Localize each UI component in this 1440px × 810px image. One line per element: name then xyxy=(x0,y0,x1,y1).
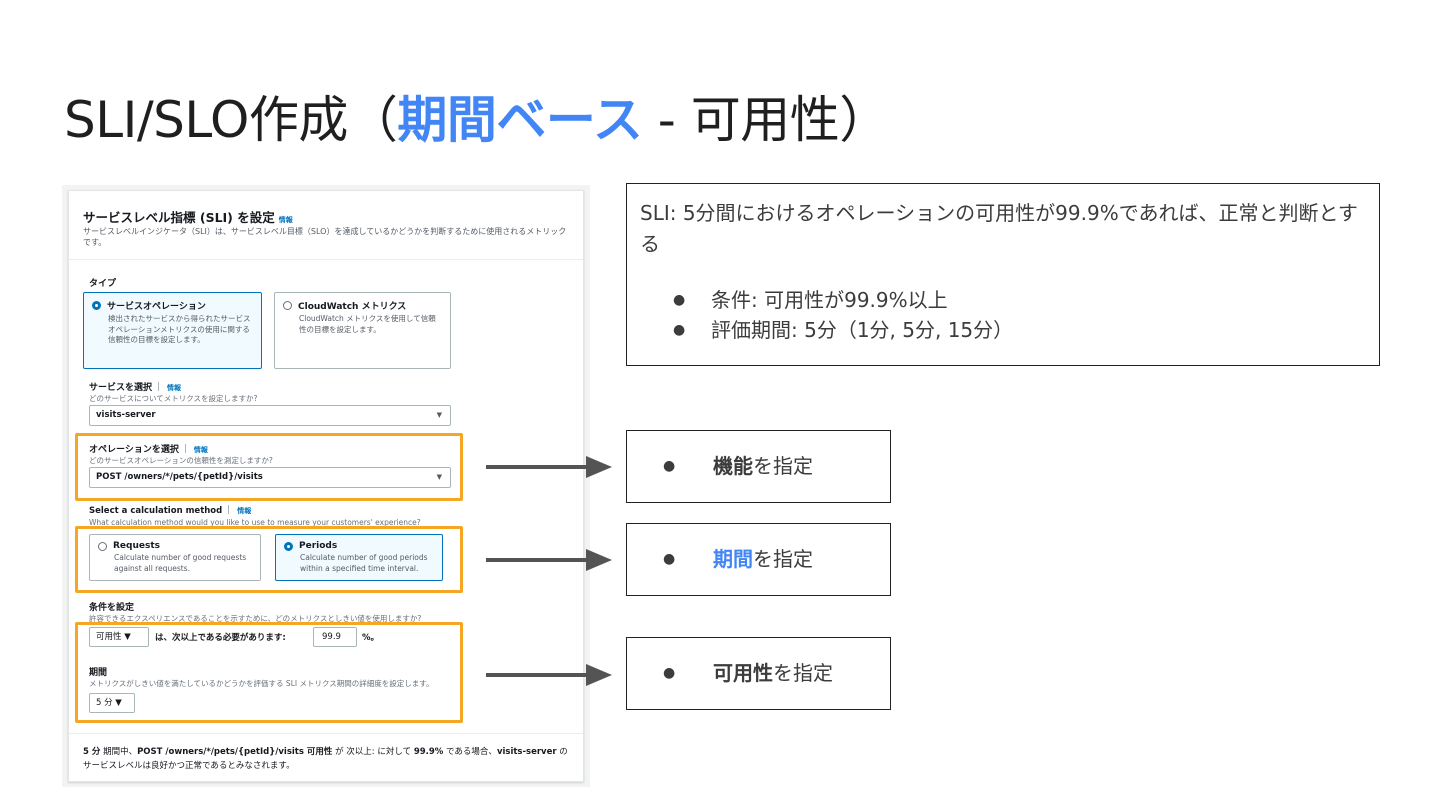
radio-icon[interactable] xyxy=(283,301,292,310)
summary-text: 5 分 期間中、POST /owners/*/pets/{petId}/visi… xyxy=(83,747,568,771)
bullet-period: 評価期間: 5分（1分, 5分, 15分） xyxy=(667,315,1013,345)
divider xyxy=(69,733,583,734)
callout-availability: 可用性を指定 xyxy=(626,637,891,710)
info-link[interactable]: 情報 xyxy=(237,507,251,515)
service-help: どのサービスについてメトリクスを設定しますか? xyxy=(89,394,258,403)
sli-definition-box: SLI: 5分間におけるオペレーションの可用性が99.9%であれば、正常と判断と… xyxy=(626,183,1380,366)
calc-label: Select a calculation method 情報 xyxy=(89,505,252,516)
operation-highlight xyxy=(75,433,463,501)
callout-period: 期間を指定 xyxy=(626,523,891,596)
condition-label: 条件を設定 xyxy=(89,603,135,613)
condition-highlight xyxy=(75,622,463,723)
radio-selected-icon[interactable] xyxy=(92,301,101,310)
title-prefix: SLI/SLO作成（ xyxy=(64,91,398,149)
callout-rest: を指定 xyxy=(753,454,813,478)
sli-description: SLI: 5分間におけるオペレーションの可用性が99.9%であれば、正常と判断と… xyxy=(640,201,1358,256)
card-header: サービスレベル指標 (SLI) を設定 情報 サービスレベルインジケータ（SLI）… xyxy=(69,191,583,260)
callout-strong: 機能 xyxy=(713,454,753,478)
title-highlight: 期間ベース xyxy=(397,91,643,149)
sli-bullets: 条件: 可用性が99.9%以上 評価期間: 5分（1分, 5分, 15分） xyxy=(667,285,1013,345)
service-label: サービスを選択 情報 xyxy=(89,382,182,393)
bullet-condition: 条件: 可用性が99.9%以上 xyxy=(667,285,1013,315)
type-tile-cloudwatch[interactable]: CloudWatch メトリクス CloudWatch メトリクスを使用して信頼… xyxy=(274,292,451,369)
arrow-right-icon xyxy=(486,456,612,478)
callout-strong: 可用性 xyxy=(713,661,773,685)
slide-title: SLI/SLO作成（期間ベース - 可用性） xyxy=(64,80,889,152)
callout-function: 機能を指定 xyxy=(626,430,891,503)
arrow-right-icon xyxy=(486,549,612,571)
callout-rest: を指定 xyxy=(753,547,813,571)
card-title: サービスレベル指標 (SLI) を設定 情報 xyxy=(83,210,293,225)
type-tile-service-operation[interactable]: サービスオペレーション 検出されたサービスから得られたサービスオペレーションメト… xyxy=(83,292,262,369)
calc-highlight xyxy=(75,526,463,593)
type-label: タイプ xyxy=(89,279,117,289)
service-select[interactable]: visits-server ▼ xyxy=(89,405,451,426)
card-description: サービスレベルインジケータ（SLI）は、サービスレベル目標（SLO）を達成してい… xyxy=(83,227,567,247)
caret-down-icon: ▼ xyxy=(436,411,442,419)
arrow-right-icon xyxy=(486,664,612,686)
title-suffix: - 可用性） xyxy=(642,91,889,149)
callout-rest: を指定 xyxy=(773,661,833,685)
info-link[interactable]: 情報 xyxy=(279,216,293,224)
info-link[interactable]: 情報 xyxy=(167,384,181,392)
callout-strong: 期間 xyxy=(713,547,753,571)
